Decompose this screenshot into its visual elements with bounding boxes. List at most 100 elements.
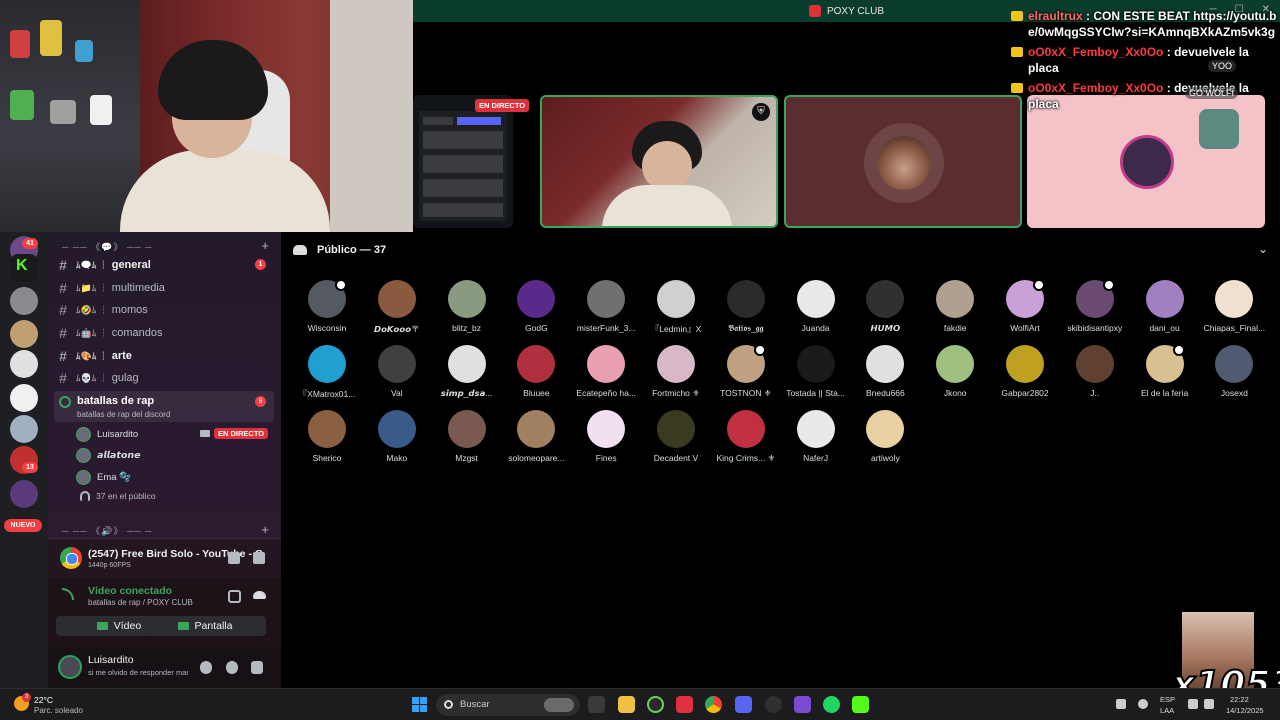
- discord-icon[interactable]: [735, 696, 752, 713]
- voice-member[interactable]: Luisardito EN DIRECTO: [76, 425, 269, 443]
- wifi-icon[interactable]: [1188, 699, 1198, 709]
- audience-member[interactable]: GodG: [501, 278, 571, 338]
- audience-member[interactable]: Decadent V: [641, 408, 711, 468]
- audience-member[interactable]: 𝕭𝖆𝖙𝖎𝖔𝖘_𝖌𝖌: [711, 278, 781, 338]
- stream-settings-icon[interactable]: [253, 552, 265, 564]
- server-icon[interactable]: [10, 320, 38, 348]
- audience-member[interactable]: WolfiArt: [990, 278, 1060, 338]
- channel-category-header[interactable]: ─ ── 《💬》 ── ─: [62, 240, 152, 253]
- clock-date[interactable]: 14/12/2025: [1226, 706, 1264, 715]
- voice-member[interactable]: Ema 🫧: [76, 468, 131, 486]
- audience-member[interactable]: TOSTNON ⚜: [711, 343, 781, 403]
- anydesk-icon[interactable]: [676, 696, 693, 713]
- stop-stream-icon[interactable]: [228, 552, 240, 564]
- audience-header[interactable]: Público — 37 ⌄: [281, 232, 1280, 268]
- audience-member[interactable]: fakdie: [920, 278, 990, 338]
- kick-server-icon[interactable]: K: [10, 254, 38, 282]
- xbox-app-icon[interactable]: [647, 696, 664, 713]
- activity-card[interactable]: (2547) Free Bird Solo - YouTube - Go... …: [48, 538, 281, 578]
- audience-member[interactable]: misterFunk_3...: [571, 278, 641, 338]
- audience-member[interactable]: Jkono: [920, 343, 990, 403]
- voice-status-sub[interactable]: batallas de rap / POXY CLUB: [88, 598, 193, 607]
- audience-member[interactable]: King Crims... ⚜: [711, 408, 781, 468]
- server-icon[interactable]: [10, 287, 38, 315]
- channel-item-comandos[interactable]: # ﾑ🤖ﾑ ┆ comandos: [54, 322, 274, 343]
- add-channel-icon[interactable]: +: [261, 238, 269, 253]
- server-icon[interactable]: [10, 384, 38, 412]
- disconnect-icon[interactable]: [253, 591, 266, 599]
- audience-member[interactable]: artiwoly: [850, 408, 920, 468]
- status-dot: [753, 344, 766, 356]
- screen-share-tile[interactable]: [413, 95, 513, 228]
- voice-channel-batallas[interactable]: batallas de rap batallas de rap del disc…: [54, 391, 274, 422]
- audience-member[interactable]: Val: [362, 343, 432, 403]
- chrome-icon[interactable]: [705, 696, 722, 713]
- audience-member[interactable]: Josexd: [1199, 343, 1269, 403]
- audience-member[interactable]: Ecatepeño ha...: [571, 343, 641, 403]
- voice-member[interactable]: 𝙖𝙡𝙡𝙖𝙩𝙤𝙣𝙚: [76, 446, 141, 464]
- spotify-icon[interactable]: [823, 696, 840, 713]
- shield-icon[interactable]: ⛨: [752, 103, 770, 121]
- audience-member[interactable]: skibidisantipxy: [1060, 278, 1130, 338]
- settings-gear-icon[interactable]: [251, 661, 263, 674]
- taskbar-search[interactable]: Buscar: [436, 694, 580, 716]
- audience-member[interactable]: Mzgst: [432, 408, 502, 468]
- kick-app-icon[interactable]: [852, 696, 869, 713]
- windows-start-icon[interactable]: [412, 697, 427, 712]
- audience-member[interactable]: Bnedu666: [850, 343, 920, 403]
- channel-item-multimedia[interactable]: # ﾑ📁ﾑ ┆ multimedia: [54, 277, 274, 298]
- audience-member[interactable]: 『Ledmin』X: [641, 278, 711, 338]
- chevron-up-icon[interactable]: [1116, 699, 1126, 709]
- avatar[interactable]: [58, 655, 82, 679]
- audience-member[interactable]: Gabpar2802: [990, 343, 1060, 403]
- noise-suppression-icon[interactable]: [228, 590, 241, 603]
- audience-member[interactable]: solomeopare...: [501, 408, 571, 468]
- headphones-icon[interactable]: [226, 661, 238, 674]
- audience-member[interactable]: Fortmicho ⚜: [641, 343, 711, 403]
- audience-member[interactable]: 𝙨𝙞𝙢𝙥_𝙙𝙨𝙖...: [432, 343, 502, 403]
- audience-member[interactable]: Chiapas_Final...: [1199, 278, 1269, 338]
- audience-member[interactable]: El de la feria: [1130, 343, 1200, 403]
- avatar: [447, 345, 486, 383]
- github-icon[interactable]: [765, 696, 782, 713]
- audience-member[interactable]: 𝙃𝙐𝙈𝙊: [850, 278, 920, 338]
- audience-count[interactable]: 37 en el público: [80, 491, 156, 501]
- participant-tile[interactable]: [1027, 95, 1265, 228]
- audience-member[interactable]: J..: [1060, 343, 1130, 403]
- language-indicator[interactable]: ESP: [1160, 695, 1175, 704]
- audience-member[interactable]: Wisconsin: [292, 278, 362, 338]
- screen-share-button[interactable]: Pantalla: [144, 616, 266, 636]
- audience-member[interactable]: Tostada || Sta...: [781, 343, 851, 403]
- audience-member[interactable]: blitz_bz: [432, 278, 502, 338]
- audience-member-name: Chiapas_Final...: [1203, 323, 1266, 333]
- audience-member[interactable]: Sherico: [292, 408, 362, 468]
- channel-item-arte[interactable]: # ﾑ🎨ﾑ ┆ arte: [54, 345, 274, 366]
- clock-time[interactable]: 22:22: [1230, 695, 1249, 704]
- voice-participant-tile[interactable]: [784, 95, 1022, 228]
- app-icon[interactable]: [794, 696, 811, 713]
- channel-item-gulag[interactable]: # ﾑ💀ﾑ ┆ gulag: [54, 367, 274, 388]
- server-icon[interactable]: [10, 480, 38, 508]
- server-icon[interactable]: [10, 415, 38, 443]
- audience-member[interactable]: Fines: [571, 408, 641, 468]
- add-channel-icon[interactable]: +: [261, 522, 269, 537]
- chevron-down-icon[interactable]: ⌄: [1258, 242, 1268, 256]
- audience-member[interactable]: 『XMatrox01...: [292, 343, 362, 403]
- microphone-tray-icon[interactable]: [1138, 699, 1148, 709]
- file-explorer-icon[interactable]: [618, 696, 635, 713]
- audience-member[interactable]: 𝘿𝙤𝙆𝙤𝙤𝙤〒: [362, 278, 432, 338]
- audience-member[interactable]: NaferJ: [781, 408, 851, 468]
- channel-item-general[interactable]: # ﾑ🗨️ﾑ ┆ general 1: [54, 254, 274, 275]
- audience-member[interactable]: Juanda: [781, 278, 851, 338]
- volume-icon[interactable]: [1204, 699, 1214, 709]
- audience-member[interactable]: Bluuee: [501, 343, 571, 403]
- channel-category-header[interactable]: ─ ── 《🔊》 ── ─: [62, 524, 152, 537]
- microphone-icon[interactable]: [200, 661, 212, 674]
- voice-member-name: 𝙖𝙡𝙡𝙖𝙩𝙤𝙣𝙚: [97, 449, 141, 461]
- camera-tile[interactable]: ⛨: [540, 95, 778, 228]
- task-view-icon[interactable]: [588, 696, 605, 713]
- audience-member[interactable]: Mako: [362, 408, 432, 468]
- audience-member[interactable]: dani_ou: [1130, 278, 1200, 338]
- server-icon[interactable]: [10, 350, 38, 378]
- channel-item-momos[interactable]: # ﾑ🤣ﾑ ┆ momos: [54, 299, 274, 320]
